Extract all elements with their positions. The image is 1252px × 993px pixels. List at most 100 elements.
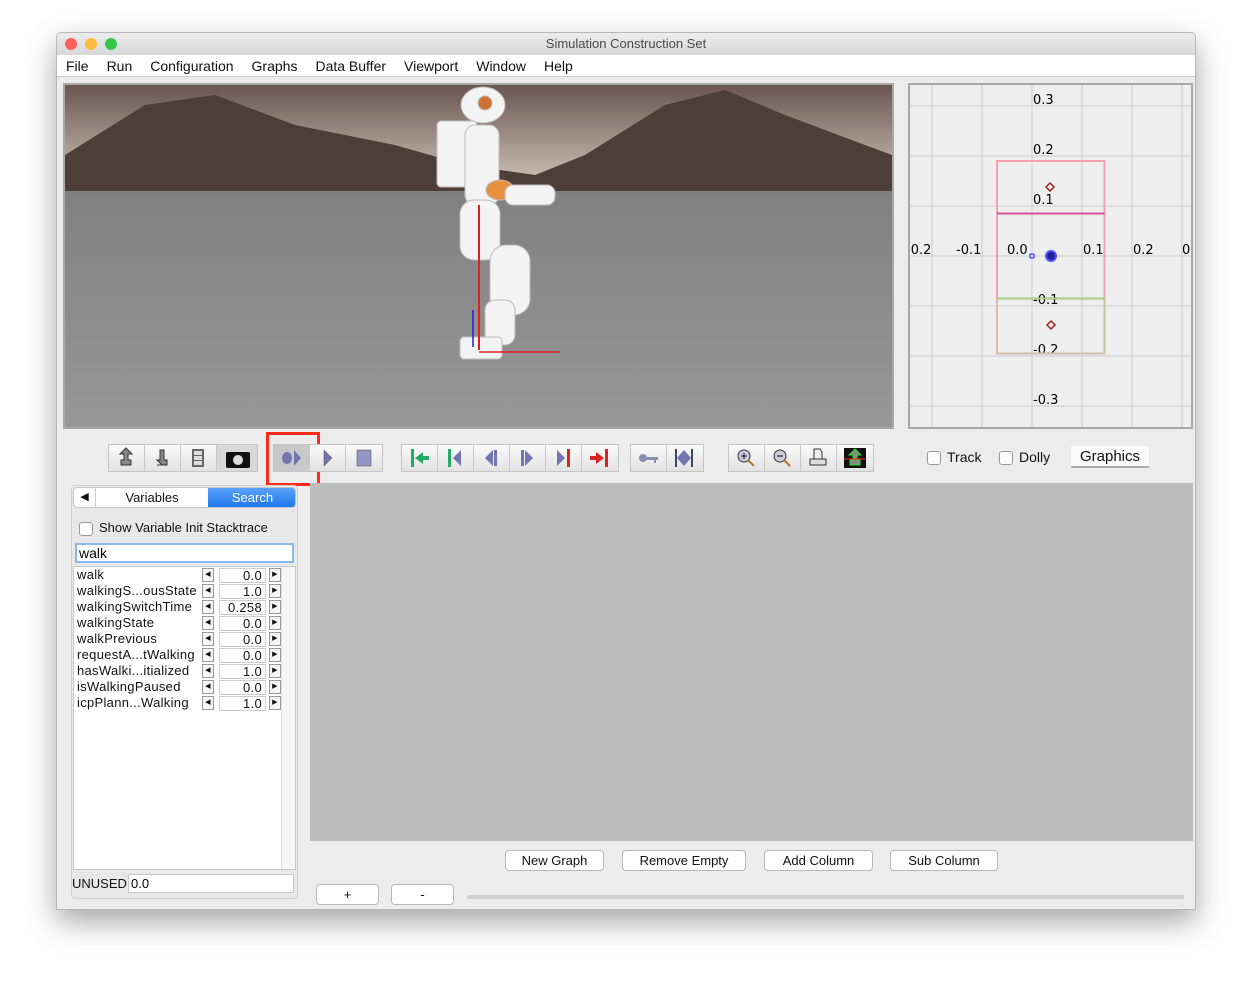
key-points-button[interactable]	[667, 445, 703, 471]
variable-row[interactable]: walkPrevious ◀ 0.0 ▶	[77, 631, 282, 647]
decrement-arrow-icon[interactable]: ◀	[202, 648, 214, 662]
step-backward-button[interactable]	[474, 445, 510, 471]
variable-value[interactable]: 0.0	[219, 632, 266, 647]
search-input[interactable]	[75, 543, 294, 563]
menu-run[interactable]: Run	[98, 55, 142, 77]
y-tick-label: 0.1	[1033, 193, 1054, 208]
increment-arrow-icon[interactable]: ▶	[269, 584, 281, 598]
menu-configuration[interactable]: Configuration	[141, 55, 242, 77]
goto-out-point-button[interactable]	[582, 445, 618, 471]
decrement-arrow-icon[interactable]: ◀	[202, 632, 214, 646]
new-graph-button[interactable]: New Graph	[505, 850, 604, 871]
menu-file[interactable]: File	[57, 55, 98, 77]
play-button[interactable]	[310, 445, 346, 471]
increment-arrow-icon[interactable]: ▶	[269, 568, 281, 582]
3d-viewport[interactable]	[63, 83, 894, 429]
key-button[interactable]	[631, 445, 667, 471]
decrement-arrow-icon[interactable]: ◀	[202, 696, 214, 710]
close-button[interactable]	[65, 38, 77, 50]
plot-canvas[interactable]: -0.2 -0.1 0.0 0.1 0.2 0 0.3 0.2 0.1 -0.1 -0.2 -0.3	[906, 85, 1191, 427]
decrement-arrow-icon[interactable]: ◀	[202, 584, 214, 598]
variable-row[interactable]: hasWalki...itialized ◀ 1.0 ▶	[77, 663, 282, 679]
decrement-arrow-icon[interactable]: ◀	[202, 616, 214, 630]
variable-value[interactable]: 0.258	[219, 600, 266, 615]
remove-empty-button[interactable]: Remove Empty	[622, 850, 746, 871]
menu-bar: File Run Configuration Graphs Data Buffer Vie…	[57, 55, 1195, 77]
menu-help[interactable]: Help	[535, 55, 582, 77]
menu-viewport[interactable]: Viewport	[395, 55, 467, 77]
tab-search[interactable]: Search	[208, 488, 295, 507]
graphics-button[interactable]: Graphics	[1071, 446, 1149, 468]
variable-name: hasWalki...itialized	[77, 663, 190, 678]
add-column-button[interactable]: Add Column	[764, 850, 873, 871]
variable-value[interactable]: 0.0	[219, 568, 266, 583]
decrement-arrow-icon[interactable]: ◀	[202, 568, 214, 582]
maximize-button[interactable]	[105, 38, 117, 50]
scrollbar[interactable]	[281, 567, 295, 869]
3d-scene[interactable]	[65, 85, 892, 427]
app-window: Simulation Construction Set File Run Confi…	[56, 32, 1196, 910]
add-graph-row-button[interactable]: +	[316, 884, 379, 905]
stop-button[interactable]	[346, 445, 382, 471]
film-strip-button[interactable]	[181, 445, 217, 471]
decrement-arrow-icon[interactable]: ◀	[202, 680, 214, 694]
track-checkbox[interactable]: Track	[927, 449, 981, 466]
remove-graph-row-button[interactable]: -	[391, 884, 454, 905]
print-button[interactable]	[801, 445, 837, 471]
variable-value[interactable]: 1.0	[219, 696, 266, 711]
step-forward-button[interactable]	[510, 445, 546, 471]
variable-value[interactable]: 0.0	[219, 680, 266, 695]
increment-arrow-icon[interactable]: ▶	[269, 632, 281, 646]
variable-value[interactable]: 0.0	[219, 616, 266, 631]
menu-graphs[interactable]: Graphs	[243, 55, 307, 77]
variable-row[interactable]: walkingState ◀ 0.0 ▶	[77, 615, 282, 631]
menu-window[interactable]: Window	[467, 55, 535, 77]
set-out-point-button[interactable]	[546, 445, 582, 471]
increment-arrow-icon[interactable]: ▶	[269, 600, 281, 614]
tab-variables[interactable]: Variables	[96, 488, 208, 507]
decrement-arrow-icon[interactable]: ◀	[202, 600, 214, 614]
back-tab-button[interactable]: ◀	[74, 488, 96, 507]
variable-row[interactable]: isWalkingPaused ◀ 0.0 ▶	[77, 679, 282, 695]
graph-area[interactable]	[310, 483, 1193, 841]
horizontal-scrollbar[interactable]	[467, 895, 1184, 899]
increment-arrow-icon[interactable]: ▶	[269, 648, 281, 662]
toolbar-group-1	[108, 444, 258, 472]
variable-list: walk ◀ 0.0 ▶ walkingS...ousState ◀ 1.0 ▶ walking…	[73, 566, 296, 870]
increment-arrow-icon[interactable]: ▶	[269, 696, 281, 710]
zoom-out-button[interactable]	[765, 445, 801, 471]
goto-in-point-button[interactable]	[402, 445, 438, 471]
variable-name: walk	[77, 567, 105, 582]
variable-value[interactable]: 1.0	[219, 664, 266, 679]
sub-column-button[interactable]: Sub Column	[890, 850, 998, 871]
x-tick-label: -0.2	[910, 243, 931, 258]
y-tick-label: -0.1	[1033, 293, 1058, 308]
show-stacktrace-checkbox[interactable]: Show Variable Init Stacktrace	[79, 520, 268, 536]
import-button[interactable]	[145, 445, 181, 471]
increment-arrow-icon[interactable]: ▶	[269, 680, 281, 694]
camera-button[interactable]	[217, 445, 257, 471]
variable-row[interactable]: walkingSwitchTime ◀ 0.258 ▶	[77, 599, 282, 615]
increment-arrow-icon[interactable]: ▶	[269, 664, 281, 678]
toolbar-group-5	[728, 444, 874, 472]
menu-data-buffer[interactable]: Data Buffer	[306, 55, 395, 77]
variable-row[interactable]: walkingS...ousState ◀ 1.0 ▶	[77, 583, 282, 599]
increment-arrow-icon[interactable]: ▶	[269, 616, 281, 630]
variable-row[interactable]: walk ◀ 0.0 ▶	[77, 567, 282, 583]
play-mode-button[interactable]	[274, 445, 310, 471]
minimize-button[interactable]	[85, 38, 97, 50]
set-in-point-button[interactable]	[438, 445, 474, 471]
variable-value[interactable]: 1.0	[219, 584, 266, 599]
variable-row[interactable]: icpPlann...Walking ◀ 1.0 ▶	[77, 695, 282, 711]
decrement-arrow-icon[interactable]: ◀	[202, 664, 214, 678]
unused-value-field[interactable]	[128, 874, 294, 893]
variable-search-panel: ◀ Variables Search Show Variable Init St…	[71, 485, 298, 899]
export-button[interactable]	[109, 445, 145, 471]
zoom-in-button[interactable]	[729, 445, 765, 471]
variable-name: icpPlann...Walking	[77, 695, 189, 710]
variable-row[interactable]: requestA...tWalking ◀ 0.0 ▶	[77, 647, 282, 663]
variable-value[interactable]: 0.0	[219, 648, 266, 663]
export-graph-button[interactable]	[837, 445, 873, 471]
footstep-plot[interactable]: -0.2 -0.1 0.0 0.1 0.2 0 0.3 0.2 0.1 -0.1 -0.2 -0.3	[906, 83, 1193, 429]
dolly-checkbox[interactable]: Dolly	[999, 449, 1050, 466]
